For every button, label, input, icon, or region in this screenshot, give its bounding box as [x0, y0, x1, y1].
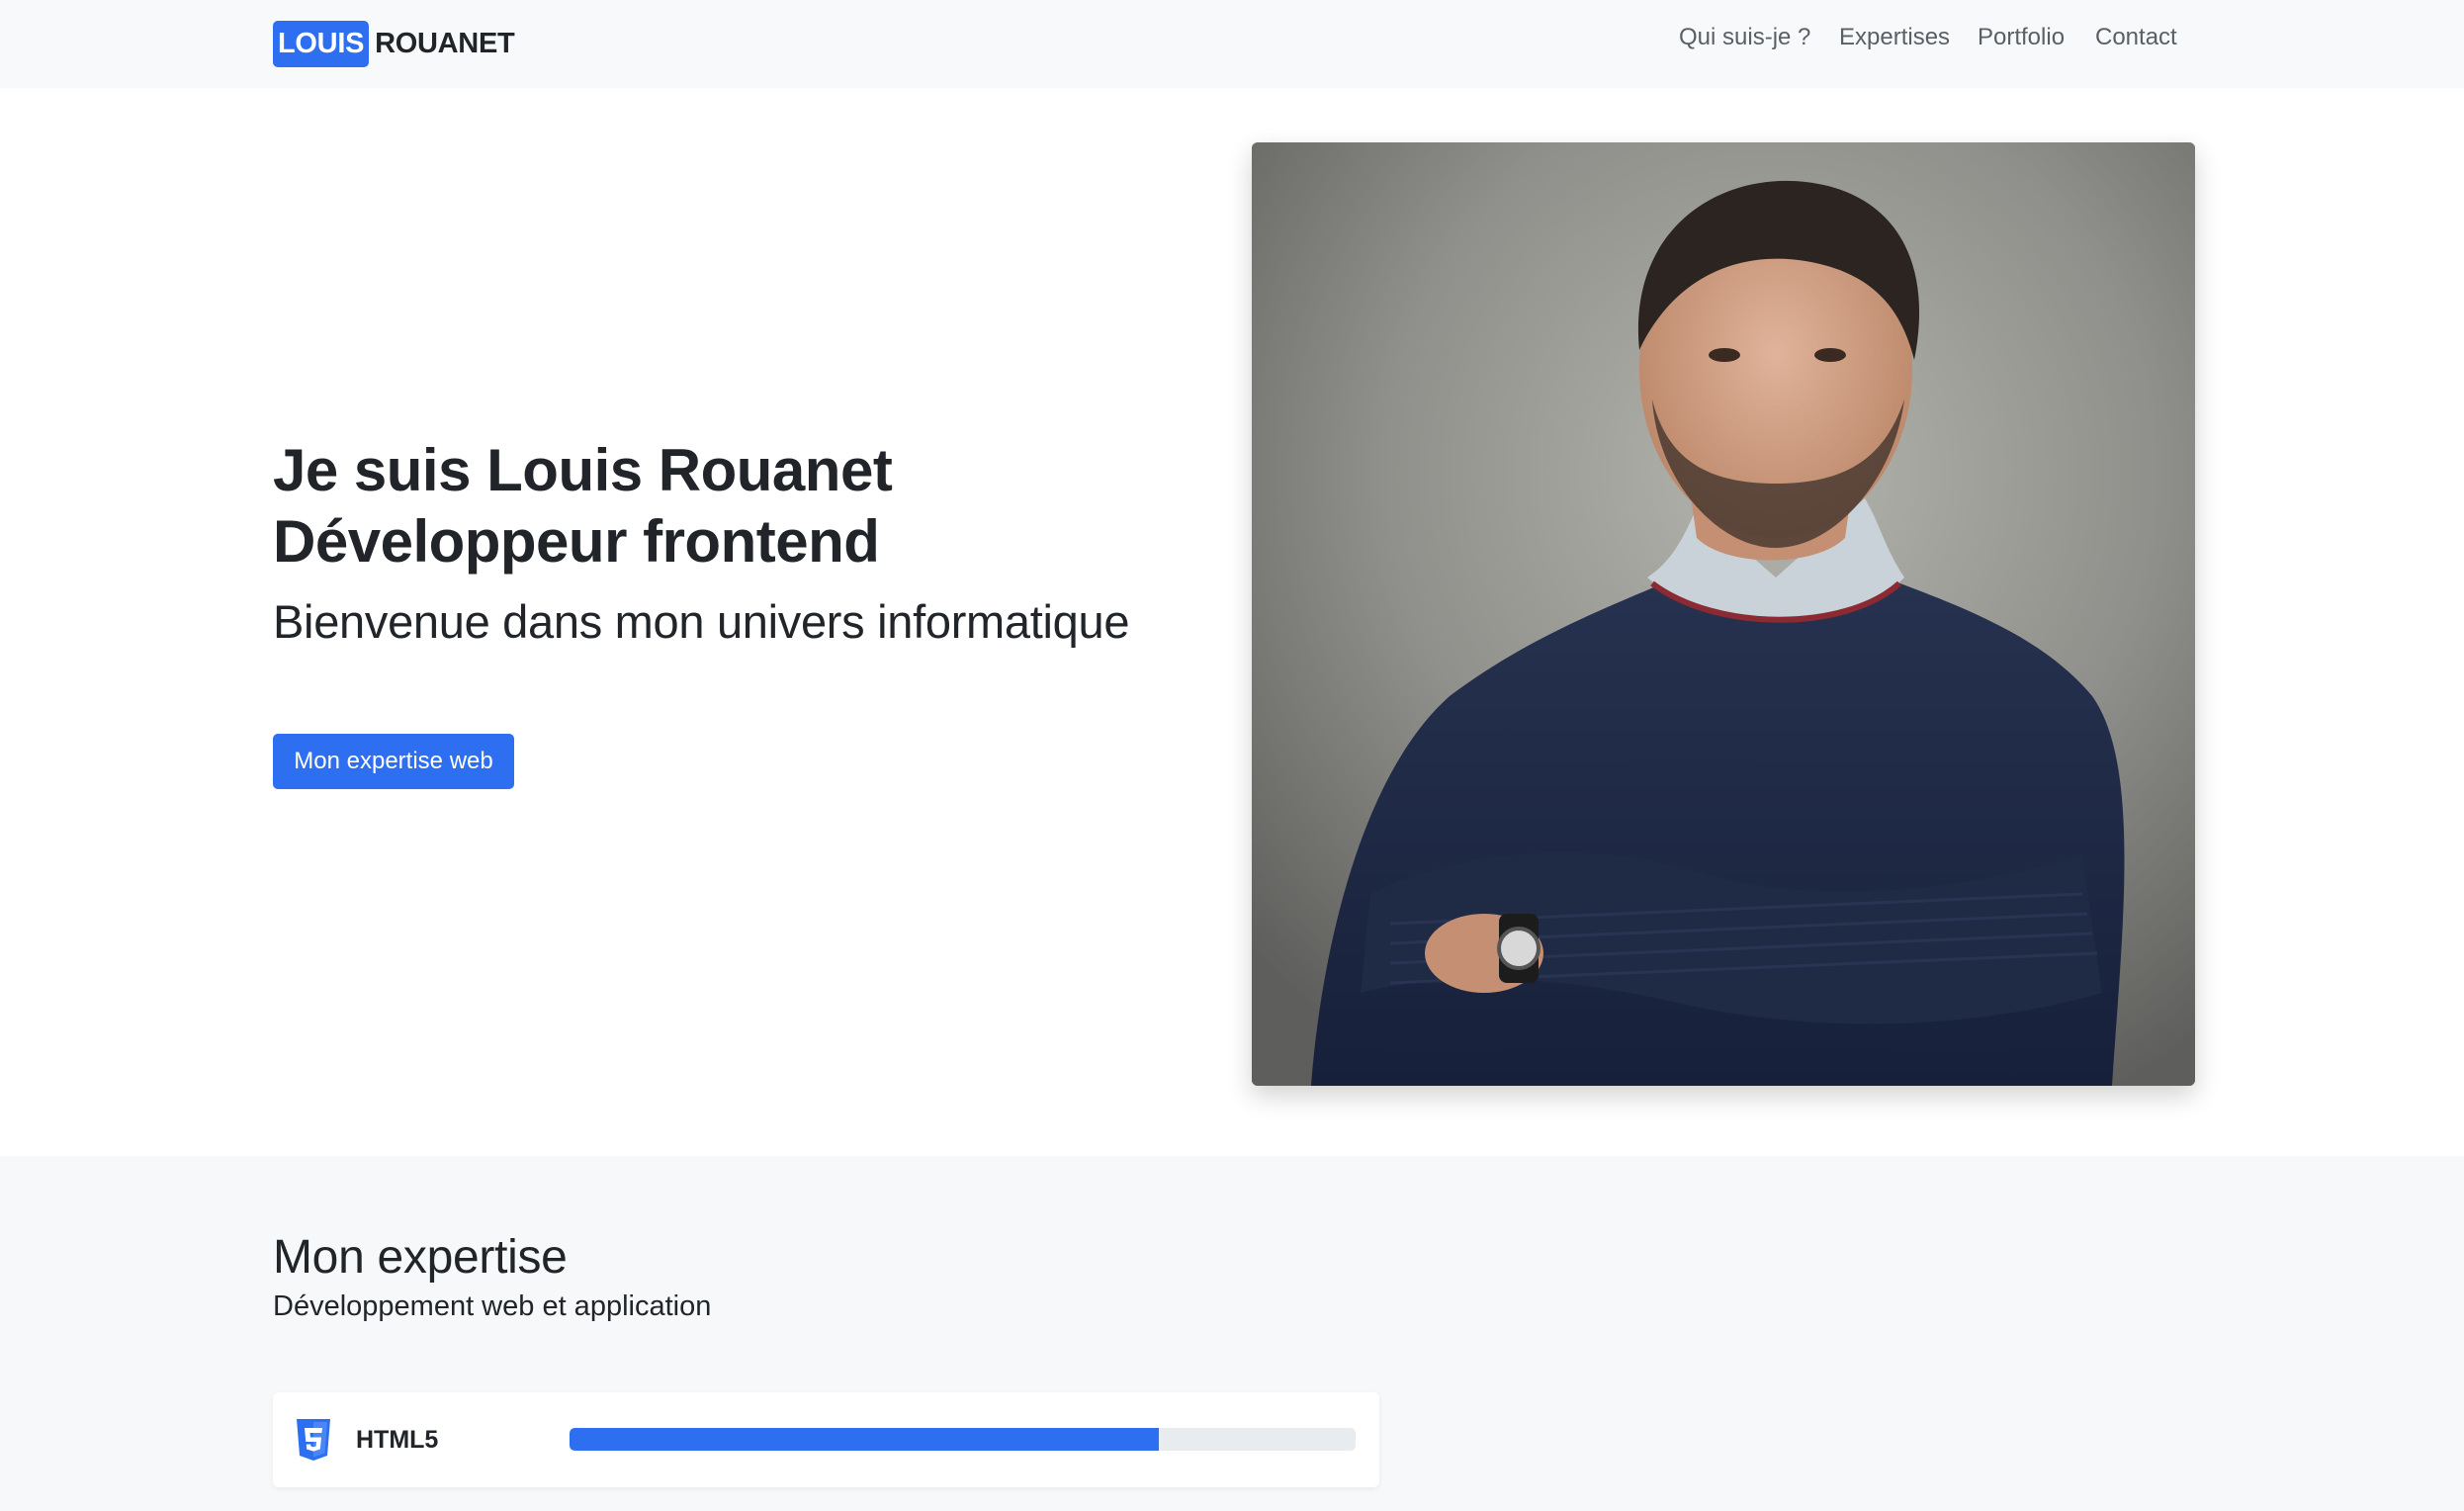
nav-link-expertises[interactable]: Expertises [1839, 22, 1950, 53]
skill-name: HTML5 [356, 1426, 439, 1454]
brand-first-name: LOUIS [273, 21, 370, 67]
hero-subtitle: Bienvenue dans mon univers informatique [273, 595, 1130, 648]
skill-progress-track [570, 1428, 1356, 1451]
nav-link-contact[interactable]: Contact [2095, 22, 2177, 53]
hero-title-line2: Développeur frontend [273, 508, 880, 575]
hero-title-line1: Je suis Louis Rouanet [273, 437, 893, 503]
nav-link-portfolio[interactable]: Portfolio [1978, 22, 2065, 53]
nav-link-about[interactable]: Qui suis-je ? [1679, 22, 1810, 53]
brand-logo[interactable]: LOUIS ROUANET [273, 21, 515, 67]
expertise-cta-button[interactable]: Mon expertise web [273, 734, 514, 789]
skill-progress-fill [570, 1428, 1160, 1451]
brand-last-name: ROUANET [375, 28, 515, 59]
expertise-subtitle: Développement web et application [273, 1290, 712, 1322]
hero-section: Je suis Louis Rouanet Développeur fronte… [0, 88, 2464, 1156]
navbar: LOUIS ROUANET Qui suis-je ? Expertises P… [0, 0, 2464, 88]
skill-card-html5: HTML5 [273, 1392, 1379, 1487]
hero-title: Je suis Louis Rouanet Développeur fronte… [273, 435, 1212, 578]
portrait-illustration [1252, 142, 2195, 1086]
profile-photo [1252, 142, 2195, 1086]
expertise-title: Mon expertise [273, 1231, 568, 1284]
html5-icon [295, 1418, 332, 1462]
expertise-section: Mon expertise Développement web et appli… [0, 1156, 2464, 1511]
